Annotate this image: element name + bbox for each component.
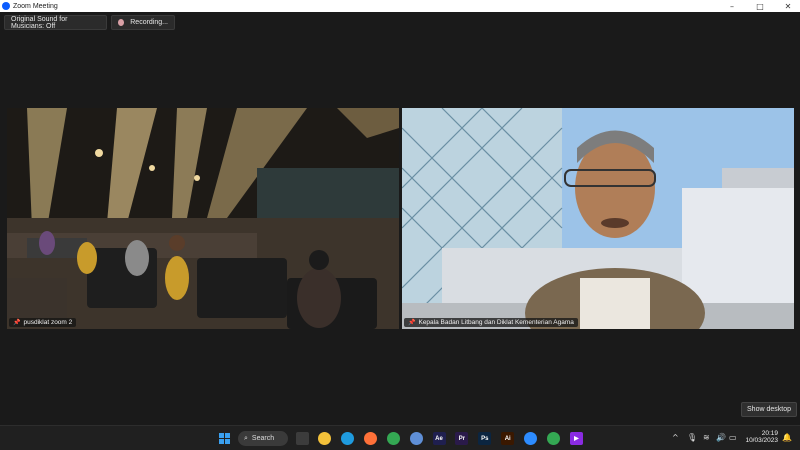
zoom-app-icon bbox=[2, 2, 10, 10]
participant-name-tag: 📌 Kepala Badan Litbang dan Diklat Kement… bbox=[404, 318, 578, 327]
edge-icon[interactable] bbox=[340, 432, 354, 445]
minimize-button[interactable]: – bbox=[720, 0, 744, 12]
auditorium-video-frame bbox=[7, 108, 399, 329]
chrome-alt-icon[interactable] bbox=[547, 432, 560, 445]
taskbar-clock[interactable]: 20:19 10/03/2023 bbox=[740, 430, 778, 444]
firefox-icon[interactable] bbox=[363, 432, 377, 445]
start-button[interactable] bbox=[218, 432, 231, 445]
participant-name: Kepala Badan Litbang dan Diklat Kementer… bbox=[418, 319, 574, 326]
after-effects-icon[interactable]: Ae bbox=[432, 432, 446, 445]
video-tile-speaker[interactable]: 📌 Kepala Badan Litbang dan Diklat Kement… bbox=[402, 108, 794, 329]
original-sound-toggle[interactable]: Original Sound for Musicians: Off bbox=[4, 15, 107, 30]
chrome-icon[interactable] bbox=[386, 432, 400, 445]
chrome-dev-icon[interactable] bbox=[409, 432, 423, 445]
media-player-icon[interactable]: ▶ bbox=[569, 432, 583, 445]
close-button[interactable]: ✕ bbox=[776, 0, 800, 12]
clock-time: 20:19 bbox=[761, 430, 778, 437]
volume-icon[interactable]: 🔊 bbox=[716, 433, 726, 442]
wifi-icon[interactable]: ≋ bbox=[703, 433, 710, 442]
search-icon: ⌕ bbox=[244, 434, 248, 442]
chevron-up-icon[interactable]: ^ bbox=[672, 433, 679, 442]
pin-icon: 📌 bbox=[13, 320, 21, 326]
recording-indicator[interactable]: Recording... bbox=[111, 15, 175, 30]
video-tile-pusdiklat[interactable]: 📌 pusdiklat zoom 2 bbox=[7, 108, 399, 329]
recording-dot-icon bbox=[118, 19, 125, 26]
clock-date: 10/03/2023 bbox=[745, 437, 778, 444]
show-desktop-tooltip: Show desktop bbox=[741, 402, 797, 417]
original-sound-label: Original Sound for Musicians: Off bbox=[11, 15, 68, 30]
notification-bell-icon[interactable]: 🔔 bbox=[782, 433, 792, 442]
window-title: Zoom Meeting bbox=[13, 2, 58, 10]
photoshop-icon[interactable]: Ps bbox=[478, 432, 492, 445]
maximize-button[interactable]: □ bbox=[748, 0, 772, 12]
participant-name-tag: 📌 pusdiklat zoom 2 bbox=[9, 318, 77, 327]
taskbar-search[interactable]: ⌕ Search bbox=[238, 431, 288, 446]
windows-taskbar: ⌕ Search Ae Pr Ps Ai ▶ ^ 🎙 ≋ 🔊 ▭ 20:19 10/03… bbox=[0, 425, 800, 450]
microphone-icon[interactable]: 🎙 bbox=[687, 433, 697, 442]
window-titlebar: Zoom Meeting – □ ✕ bbox=[0, 0, 800, 12]
file-explorer-icon[interactable] bbox=[318, 432, 331, 445]
participant-name: pusdiklat zoom 2 bbox=[23, 319, 73, 326]
task-view-icon[interactable] bbox=[296, 432, 309, 445]
windows-logo-icon bbox=[219, 433, 230, 444]
battery-icon[interactable]: ▭ bbox=[729, 433, 737, 442]
zoom-icon[interactable] bbox=[524, 432, 538, 445]
search-label: Search bbox=[251, 435, 275, 442]
speaker-video-frame bbox=[402, 108, 794, 329]
pin-icon: 📌 bbox=[408, 320, 416, 326]
illustrator-icon[interactable]: Ai bbox=[501, 432, 515, 445]
recording-label: Recording... bbox=[130, 19, 168, 26]
premiere-icon[interactable]: Pr bbox=[455, 432, 469, 445]
